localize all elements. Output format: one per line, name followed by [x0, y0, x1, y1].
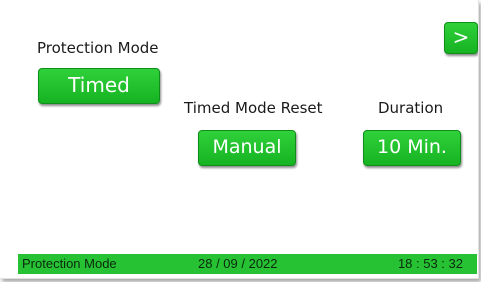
protection-mode-label: Protection Mode: [37, 39, 159, 57]
timed-mode-reset-button[interactable]: Manual: [198, 130, 296, 166]
status-time: 18 : 53 : 32: [397, 256, 463, 271]
duration-button[interactable]: 10 Min.: [363, 130, 461, 166]
status-mode-text: Protection Mode: [22, 256, 117, 271]
screen-panel: > Protection Mode Timed Timed Mode Reset…: [0, 0, 479, 279]
next-page-button[interactable]: >: [444, 22, 478, 54]
timed-mode-reset-label: Timed Mode Reset: [184, 99, 323, 117]
protection-mode-button[interactable]: Timed: [38, 68, 160, 104]
status-date: 28 / 09 / 2022: [198, 256, 278, 271]
status-bar: Protection Mode 28 / 09 / 2022 18 : 53 :…: [18, 254, 477, 274]
duration-label: Duration: [378, 99, 444, 117]
